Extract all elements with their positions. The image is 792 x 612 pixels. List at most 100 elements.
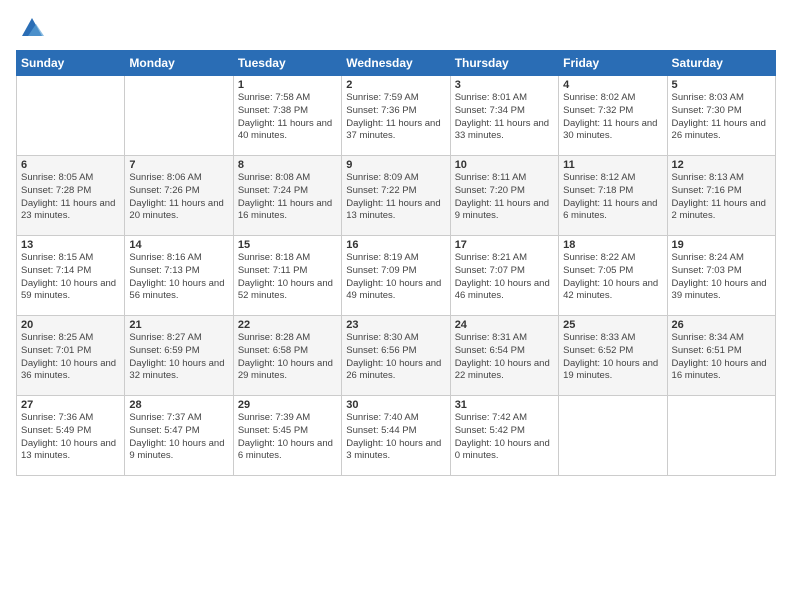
day-number: 26 <box>672 319 771 331</box>
day-cell: 17Sunrise: 8:21 AM Sunset: 7:07 PM Dayli… <box>450 236 558 316</box>
header-cell-tuesday: Tuesday <box>233 51 341 76</box>
day-number: 18 <box>563 239 662 251</box>
day-info: Sunrise: 8:09 AM Sunset: 7:22 PM Dayligh… <box>346 172 445 223</box>
day-info: Sunrise: 7:40 AM Sunset: 5:44 PM Dayligh… <box>346 412 445 463</box>
day-cell: 30Sunrise: 7:40 AM Sunset: 5:44 PM Dayli… <box>342 396 450 476</box>
day-cell: 13Sunrise: 8:15 AM Sunset: 7:14 PM Dayli… <box>17 236 125 316</box>
day-number: 12 <box>672 159 771 171</box>
day-info: Sunrise: 8:13 AM Sunset: 7:16 PM Dayligh… <box>672 172 771 223</box>
day-info: Sunrise: 8:06 AM Sunset: 7:26 PM Dayligh… <box>129 172 228 223</box>
day-cell: 29Sunrise: 7:39 AM Sunset: 5:45 PM Dayli… <box>233 396 341 476</box>
day-info: Sunrise: 8:18 AM Sunset: 7:11 PM Dayligh… <box>238 252 337 303</box>
day-info: Sunrise: 8:24 AM Sunset: 7:03 PM Dayligh… <box>672 252 771 303</box>
day-number: 3 <box>455 79 554 91</box>
day-number: 17 <box>455 239 554 251</box>
calendar-table: SundayMondayTuesdayWednesdayThursdayFrid… <box>16 50 776 476</box>
day-cell: 12Sunrise: 8:13 AM Sunset: 7:16 PM Dayli… <box>667 156 775 236</box>
day-cell: 9Sunrise: 8:09 AM Sunset: 7:22 PM Daylig… <box>342 156 450 236</box>
day-cell: 8Sunrise: 8:08 AM Sunset: 7:24 PM Daylig… <box>233 156 341 236</box>
header-cell-saturday: Saturday <box>667 51 775 76</box>
day-cell: 5Sunrise: 8:03 AM Sunset: 7:30 PM Daylig… <box>667 76 775 156</box>
day-number: 7 <box>129 159 228 171</box>
day-number: 2 <box>346 79 445 91</box>
day-number: 20 <box>21 319 120 331</box>
day-info: Sunrise: 8:15 AM Sunset: 7:14 PM Dayligh… <box>21 252 120 303</box>
day-info: Sunrise: 8:28 AM Sunset: 6:58 PM Dayligh… <box>238 332 337 383</box>
day-cell: 26Sunrise: 8:34 AM Sunset: 6:51 PM Dayli… <box>667 316 775 396</box>
week-row-3: 13Sunrise: 8:15 AM Sunset: 7:14 PM Dayli… <box>17 236 776 316</box>
day-number: 6 <box>21 159 120 171</box>
header <box>16 10 776 42</box>
day-number: 10 <box>455 159 554 171</box>
calendar-page: SundayMondayTuesdayWednesdayThursdayFrid… <box>0 0 792 612</box>
day-info: Sunrise: 8:33 AM Sunset: 6:52 PM Dayligh… <box>563 332 662 383</box>
day-info: Sunrise: 8:21 AM Sunset: 7:07 PM Dayligh… <box>455 252 554 303</box>
day-cell: 2Sunrise: 7:59 AM Sunset: 7:36 PM Daylig… <box>342 76 450 156</box>
day-info: Sunrise: 8:31 AM Sunset: 6:54 PM Dayligh… <box>455 332 554 383</box>
day-cell: 16Sunrise: 8:19 AM Sunset: 7:09 PM Dayli… <box>342 236 450 316</box>
day-info: Sunrise: 7:42 AM Sunset: 5:42 PM Dayligh… <box>455 412 554 463</box>
day-cell: 24Sunrise: 8:31 AM Sunset: 6:54 PM Dayli… <box>450 316 558 396</box>
header-cell-thursday: Thursday <box>450 51 558 76</box>
day-cell: 3Sunrise: 8:01 AM Sunset: 7:34 PM Daylig… <box>450 76 558 156</box>
day-number: 8 <box>238 159 337 171</box>
week-row-2: 6Sunrise: 8:05 AM Sunset: 7:28 PM Daylig… <box>17 156 776 236</box>
day-number: 27 <box>21 399 120 411</box>
day-cell: 7Sunrise: 8:06 AM Sunset: 7:26 PM Daylig… <box>125 156 233 236</box>
day-cell: 18Sunrise: 8:22 AM Sunset: 7:05 PM Dayli… <box>559 236 667 316</box>
logo <box>16 14 46 42</box>
day-info: Sunrise: 8:08 AM Sunset: 7:24 PM Dayligh… <box>238 172 337 223</box>
day-info: Sunrise: 8:11 AM Sunset: 7:20 PM Dayligh… <box>455 172 554 223</box>
day-number: 25 <box>563 319 662 331</box>
header-cell-sunday: Sunday <box>17 51 125 76</box>
day-info: Sunrise: 8:16 AM Sunset: 7:13 PM Dayligh… <box>129 252 228 303</box>
header-cell-monday: Monday <box>125 51 233 76</box>
day-cell: 15Sunrise: 8:18 AM Sunset: 7:11 PM Dayli… <box>233 236 341 316</box>
day-number: 21 <box>129 319 228 331</box>
week-row-4: 20Sunrise: 8:25 AM Sunset: 7:01 PM Dayli… <box>17 316 776 396</box>
day-cell: 22Sunrise: 8:28 AM Sunset: 6:58 PM Dayli… <box>233 316 341 396</box>
day-number: 13 <box>21 239 120 251</box>
day-cell: 1Sunrise: 7:58 AM Sunset: 7:38 PM Daylig… <box>233 76 341 156</box>
day-number: 1 <box>238 79 337 91</box>
header-cell-friday: Friday <box>559 51 667 76</box>
day-cell: 31Sunrise: 7:42 AM Sunset: 5:42 PM Dayli… <box>450 396 558 476</box>
day-number: 5 <box>672 79 771 91</box>
day-info: Sunrise: 7:39 AM Sunset: 5:45 PM Dayligh… <box>238 412 337 463</box>
day-cell <box>667 396 775 476</box>
logo-icon <box>18 14 46 42</box>
day-number: 24 <box>455 319 554 331</box>
day-cell: 11Sunrise: 8:12 AM Sunset: 7:18 PM Dayli… <box>559 156 667 236</box>
day-number: 19 <box>672 239 771 251</box>
day-number: 31 <box>455 399 554 411</box>
day-info: Sunrise: 7:58 AM Sunset: 7:38 PM Dayligh… <box>238 92 337 143</box>
day-info: Sunrise: 8:03 AM Sunset: 7:30 PM Dayligh… <box>672 92 771 143</box>
day-info: Sunrise: 8:22 AM Sunset: 7:05 PM Dayligh… <box>563 252 662 303</box>
day-info: Sunrise: 8:25 AM Sunset: 7:01 PM Dayligh… <box>21 332 120 383</box>
day-info: Sunrise: 7:37 AM Sunset: 5:47 PM Dayligh… <box>129 412 228 463</box>
day-cell: 19Sunrise: 8:24 AM Sunset: 7:03 PM Dayli… <box>667 236 775 316</box>
day-info: Sunrise: 7:59 AM Sunset: 7:36 PM Dayligh… <box>346 92 445 143</box>
week-row-1: 1Sunrise: 7:58 AM Sunset: 7:38 PM Daylig… <box>17 76 776 156</box>
day-number: 22 <box>238 319 337 331</box>
day-cell <box>125 76 233 156</box>
day-info: Sunrise: 8:27 AM Sunset: 6:59 PM Dayligh… <box>129 332 228 383</box>
day-info: Sunrise: 7:36 AM Sunset: 5:49 PM Dayligh… <box>21 412 120 463</box>
day-cell: 23Sunrise: 8:30 AM Sunset: 6:56 PM Dayli… <box>342 316 450 396</box>
day-number: 14 <box>129 239 228 251</box>
day-number: 15 <box>238 239 337 251</box>
day-info: Sunrise: 8:02 AM Sunset: 7:32 PM Dayligh… <box>563 92 662 143</box>
day-cell: 14Sunrise: 8:16 AM Sunset: 7:13 PM Dayli… <box>125 236 233 316</box>
day-number: 28 <box>129 399 228 411</box>
day-number: 9 <box>346 159 445 171</box>
day-number: 29 <box>238 399 337 411</box>
header-cell-wednesday: Wednesday <box>342 51 450 76</box>
day-cell: 4Sunrise: 8:02 AM Sunset: 7:32 PM Daylig… <box>559 76 667 156</box>
day-number: 16 <box>346 239 445 251</box>
day-cell: 10Sunrise: 8:11 AM Sunset: 7:20 PM Dayli… <box>450 156 558 236</box>
week-row-5: 27Sunrise: 7:36 AM Sunset: 5:49 PM Dayli… <box>17 396 776 476</box>
day-cell: 25Sunrise: 8:33 AM Sunset: 6:52 PM Dayli… <box>559 316 667 396</box>
day-cell: 28Sunrise: 7:37 AM Sunset: 5:47 PM Dayli… <box>125 396 233 476</box>
day-cell: 27Sunrise: 7:36 AM Sunset: 5:49 PM Dayli… <box>17 396 125 476</box>
day-number: 11 <box>563 159 662 171</box>
